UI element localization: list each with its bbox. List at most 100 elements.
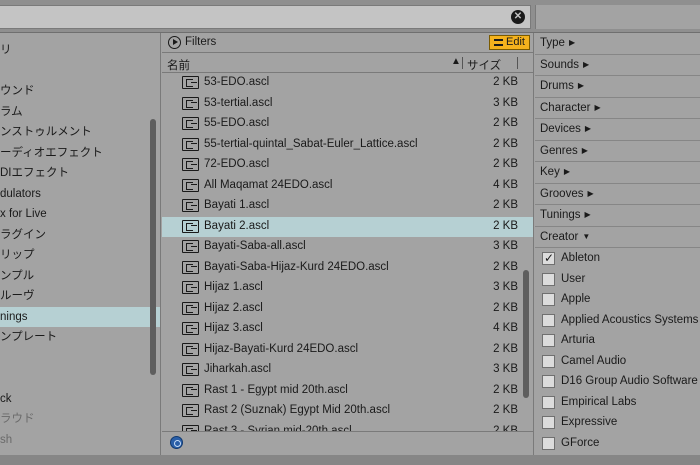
creator-filter-item[interactable]: GForce bbox=[535, 434, 700, 455]
sidebar-item-label: ウンド bbox=[0, 85, 35, 97]
filter-category-label: Grooves bbox=[540, 187, 584, 200]
sidebar-item[interactable]: DIエフェクト bbox=[0, 163, 160, 183]
file-size: 2 KB bbox=[493, 117, 518, 129]
filter-category[interactable]: Key ▶ bbox=[535, 162, 700, 184]
sidebar-item[interactable]: x for Live bbox=[0, 204, 160, 224]
filter-category[interactable]: Character ▶ bbox=[535, 98, 700, 119]
file-row[interactable]: Bayati-Saba-Hijaz-Kurd 24EDO.ascl 2 KB bbox=[162, 258, 533, 279]
sidebar-item[interactable]: ンプレート bbox=[0, 327, 160, 347]
creator-checkbox[interactable] bbox=[542, 334, 555, 347]
creator-checkbox[interactable] bbox=[542, 272, 555, 286]
file-row[interactable]: Bayati 1.ascl 2 KB bbox=[162, 196, 533, 217]
preview-bar bbox=[162, 431, 533, 455]
file-size: 3 KB bbox=[493, 363, 518, 375]
sidebar-item[interactable] bbox=[0, 348, 160, 368]
column-name-header[interactable]: 名前 bbox=[167, 57, 190, 73]
search-input[interactable]: ✕ bbox=[0, 5, 531, 29]
filter-category[interactable]: Creator ▼ bbox=[535, 227, 700, 248]
sidebar-item[interactable]: nings bbox=[0, 306, 160, 327]
creator-checkbox[interactable] bbox=[542, 313, 555, 327]
file-row[interactable]: 72-EDO.ascl 2 KB bbox=[162, 155, 533, 176]
file-row[interactable]: Hijaz 1.ascl 3 KB bbox=[162, 278, 533, 299]
sidebar-item[interactable]: dulators bbox=[0, 184, 160, 204]
sidebar-item[interactable]: ルーヴ bbox=[0, 286, 160, 306]
filter-category-label: Key bbox=[540, 166, 560, 178]
file-name: 55-tertial-quintal_Sabat-Euler_Lattice.a… bbox=[204, 137, 418, 150]
creator-filter-item[interactable]: Empirical Labs bbox=[535, 393, 700, 414]
edit-button[interactable]: Edit bbox=[489, 35, 530, 50]
file-size: 2 KB bbox=[493, 342, 518, 355]
sort-arrow-icon[interactable]: ▲ bbox=[451, 56, 461, 67]
file-name: Rast 1 - Egypt mid 20th.ascl bbox=[204, 383, 348, 396]
file-list-scrollbar[interactable] bbox=[523, 270, 529, 398]
creator-checkbox[interactable] bbox=[542, 251, 555, 265]
file-row[interactable]: Hijaz-Bayati-Kurd 24EDO.ascl 2 KB bbox=[162, 340, 533, 361]
creator-filter-item[interactable]: Expressive bbox=[535, 413, 700, 434]
creator-checkbox[interactable] bbox=[542, 375, 555, 388]
file-name: Bayati-Saba-Hijaz-Kurd 24EDO.ascl bbox=[204, 260, 389, 273]
filter-category[interactable]: Grooves ▶ bbox=[535, 184, 700, 205]
column-divider[interactable] bbox=[517, 57, 518, 69]
filter-category[interactable]: Type ▶ bbox=[535, 33, 700, 55]
creator-checkbox[interactable] bbox=[542, 354, 555, 368]
sidebar-item[interactable]: ck bbox=[0, 389, 160, 409]
sidebar-item[interactable]: ラグイン bbox=[0, 225, 160, 245]
sidebar-item[interactable] bbox=[0, 61, 160, 81]
creator-filter-item[interactable]: Camel Audio bbox=[535, 352, 700, 373]
sidebar: リウンドラム ンストゥルメント ーディオエフェクト DIエフェクト dulators x … bbox=[0, 33, 161, 455]
sidebar-item[interactable]: ーディオエフェクト bbox=[0, 143, 160, 163]
file-row[interactable]: Bayati 2.ascl 2 KB bbox=[162, 216, 533, 237]
sidebar-item[interactable] bbox=[0, 368, 160, 388]
file-row[interactable]: 55-EDO.ascl 2 KB bbox=[162, 114, 533, 135]
creator-checkbox[interactable] bbox=[542, 395, 555, 409]
creator-filter-item[interactable]: Arturia bbox=[535, 331, 700, 352]
preview-toggle-icon[interactable] bbox=[170, 436, 183, 449]
creator-filter-item[interactable]: Applied Acoustics Systems bbox=[535, 311, 700, 332]
sidebar-item[interactable]: リップ bbox=[0, 245, 160, 265]
play-icon[interactable] bbox=[168, 36, 181, 49]
file-row[interactable]: 53-EDO.ascl 2 KB bbox=[162, 73, 533, 94]
column-divider[interactable] bbox=[462, 57, 463, 69]
creator-filter-item[interactable]: Ableton bbox=[535, 249, 700, 270]
column-size-header[interactable]: サイズ bbox=[467, 57, 501, 73]
creator-label: Empirical Labs bbox=[561, 395, 637, 408]
file-row[interactable]: Hijaz 3.ascl 4 KB bbox=[162, 319, 533, 340]
expand-right-icon: ▶ bbox=[594, 102, 601, 112]
file-row[interactable]: Rast 1 - Egypt mid 20th.ascl 2 KB bbox=[162, 381, 533, 402]
tuning-file-icon bbox=[182, 117, 199, 130]
file-row[interactable]: Rast 2 (Suznak) Egypt Mid 20th.ascl 2 KB bbox=[162, 401, 533, 422]
file-name: 53-EDO.ascl bbox=[204, 76, 270, 88]
file-row[interactable]: Bayati-Saba-all.ascl 3 KB bbox=[162, 237, 533, 258]
column-header: 名前 ▲ サイズ bbox=[162, 54, 533, 73]
file-row[interactable]: Jiharkah.ascl 3 KB bbox=[162, 360, 533, 381]
creator-checkbox[interactable] bbox=[542, 416, 555, 429]
expand-right-icon: ▶ bbox=[563, 167, 570, 176]
filter-category[interactable]: Devices ▶ bbox=[535, 119, 700, 141]
filter-category[interactable]: Genres ▶ bbox=[535, 141, 700, 162]
sidebar-scrollbar[interactable] bbox=[150, 119, 156, 375]
file-row[interactable]: 53-tertial.ascl 3 KB bbox=[162, 94, 533, 115]
sidebar-item[interactable]: ウンド bbox=[0, 81, 160, 101]
filter-category[interactable]: Tunings ▶ bbox=[535, 205, 700, 227]
sidebar-item[interactable]: ンストゥルメント bbox=[0, 122, 160, 142]
file-row[interactable]: 55-tertial-quintal_Sabat-Euler_Lattice.a… bbox=[162, 135, 533, 156]
file-row[interactable]: All Maqamat 24EDO.ascl 4 KB bbox=[162, 176, 533, 197]
filter-category[interactable]: Drums ▶ bbox=[535, 76, 700, 98]
sidebar-item[interactable]: ンプル bbox=[0, 266, 160, 286]
expand-right-icon: ▶ bbox=[584, 210, 591, 219]
filter-category[interactable]: Sounds ▶ bbox=[535, 55, 700, 76]
creator-filter-item[interactable]: Apple bbox=[535, 290, 700, 311]
sidebar-item-label: sh bbox=[0, 433, 13, 446]
sidebar-item[interactable]: ラウド bbox=[0, 409, 160, 429]
sidebar-item[interactable]: ラム bbox=[0, 102, 160, 122]
file-name: Bayati 2.ascl bbox=[204, 219, 270, 232]
clear-search-icon[interactable]: ✕ bbox=[511, 10, 525, 24]
creator-checkbox[interactable] bbox=[542, 436, 555, 450]
creator-filter-item[interactable]: User bbox=[535, 270, 700, 291]
sidebar-item[interactable]: リ bbox=[0, 40, 160, 60]
file-row[interactable]: Hijaz 2.ascl 2 KB bbox=[162, 299, 533, 320]
file-row[interactable]: Rast 3 - Syrian mid-20th.ascl 2 KB bbox=[162, 422, 533, 431]
sidebar-item[interactable]: sh bbox=[0, 430, 160, 450]
creator-filter-item[interactable]: D16 Group Audio Software bbox=[535, 372, 700, 393]
creator-checkbox[interactable] bbox=[542, 293, 555, 306]
